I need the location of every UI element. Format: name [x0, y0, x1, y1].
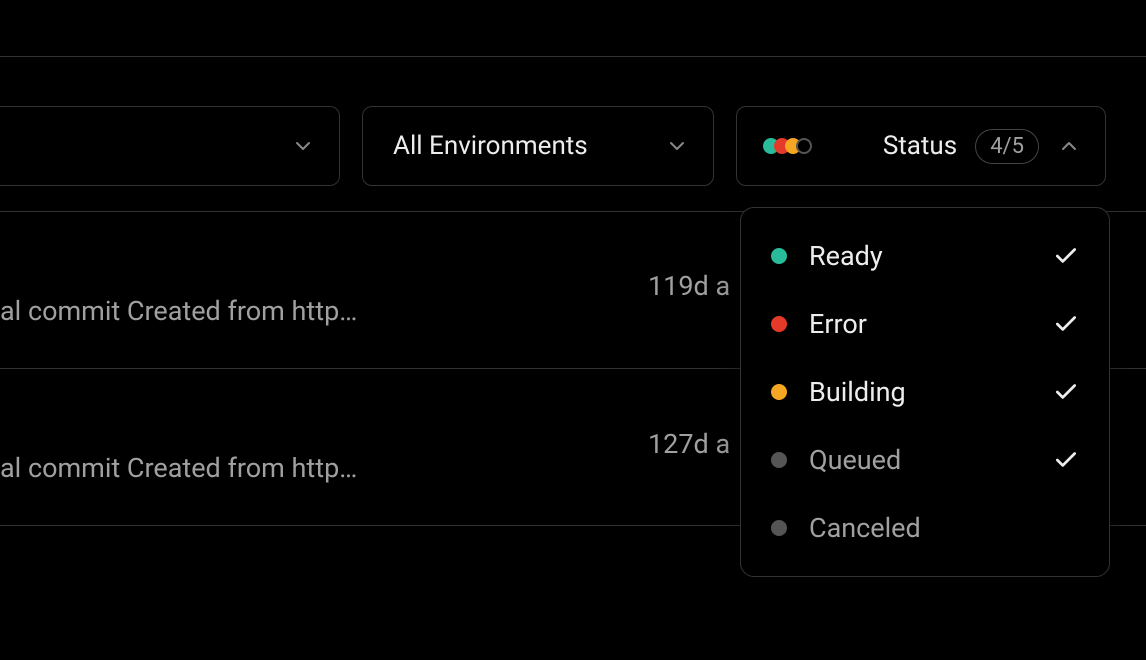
status-option-left: Error [771, 308, 867, 340]
status-option-left: Building [771, 376, 906, 408]
status-option-label: Canceled [809, 512, 921, 544]
status-option-left: Queued [771, 444, 901, 476]
environments-label: All Environments [393, 131, 588, 161]
status-option-label: Building [809, 376, 906, 408]
status-filter-right: Status 4/5 [883, 129, 1081, 164]
status-dots-summary [763, 138, 807, 154]
status-option-error[interactable]: Error [741, 290, 1109, 358]
status-label: Status [883, 131, 957, 161]
status-dot-ready [771, 248, 787, 264]
filter-select-branch[interactable] [0, 106, 340, 186]
status-dot-queued [771, 452, 787, 468]
status-dropdown: Ready Error Building Queued [740, 207, 1110, 577]
filter-select-environments[interactable]: All Environments [362, 106, 714, 186]
status-dot-error [771, 316, 787, 332]
status-option-left: Ready [771, 240, 883, 272]
chevron-up-icon [1057, 134, 1081, 158]
check-icon [1053, 447, 1079, 473]
status-option-building[interactable]: Building [741, 358, 1109, 426]
status-option-canceled[interactable]: Canceled [741, 494, 1109, 562]
filter-select-status[interactable]: Status 4/5 [736, 106, 1106, 186]
status-dot-queued [796, 138, 812, 154]
deployment-time: 119d a [648, 270, 730, 302]
status-dot-building [771, 384, 787, 400]
deployment-commit-text: al commit Created from http… [0, 452, 357, 484]
chevron-down-icon [291, 134, 315, 158]
status-option-ready[interactable]: Ready [741, 222, 1109, 290]
deployment-time: 127d a [648, 428, 730, 460]
check-icon [1053, 243, 1079, 269]
status-count-pill: 4/5 [975, 129, 1039, 164]
filter-row: All Environments Status 4/5 [0, 106, 1146, 186]
check-icon [1053, 311, 1079, 337]
top-divider [0, 56, 1146, 57]
status-option-left: Canceled [771, 512, 921, 544]
status-option-label: Ready [809, 240, 883, 272]
status-option-label: Queued [809, 444, 901, 476]
check-icon [1053, 379, 1079, 405]
deployment-commit-text: al commit Created from http… [0, 295, 357, 327]
status-option-label: Error [809, 308, 867, 340]
status-option-queued[interactable]: Queued [741, 426, 1109, 494]
chevron-down-icon [665, 134, 689, 158]
status-dot-canceled [771, 520, 787, 536]
